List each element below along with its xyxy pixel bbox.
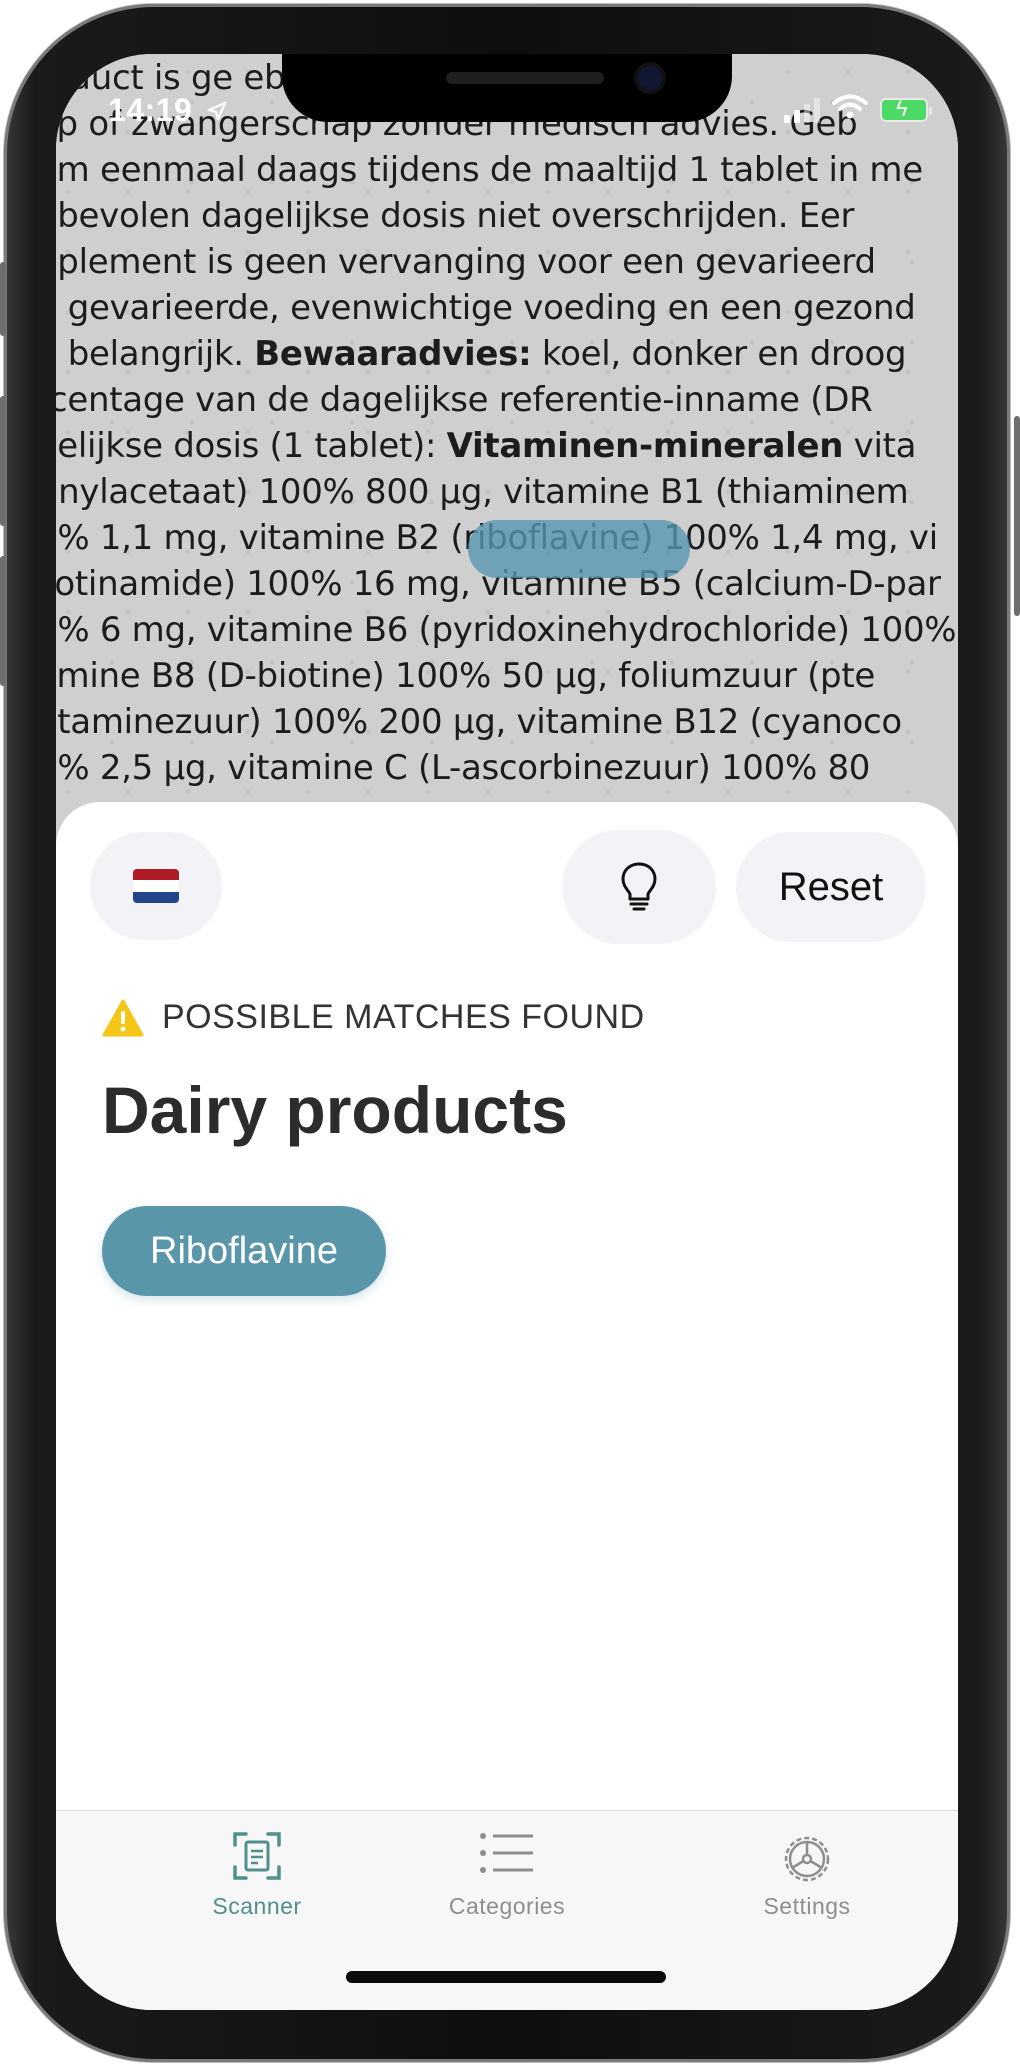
tab-categories[interactable]: Categories bbox=[407, 1831, 607, 1920]
camera-text-line: pplement is geen vervanging voor een gev… bbox=[56, 242, 876, 282]
match-status-label: POSSIBLE MATCHES FOUND bbox=[162, 998, 645, 1036]
tab-settings-label: Settings bbox=[763, 1893, 851, 1919]
gear-icon bbox=[784, 1836, 830, 1882]
tab-categories-label: Categories bbox=[448, 1893, 566, 1919]
camera-text-line: tinylacetaat) 100% 800 µg, vitamine B1 (… bbox=[56, 472, 909, 512]
scanner-icon bbox=[233, 1832, 281, 1880]
battery-charging-icon: ϟ bbox=[880, 96, 932, 122]
side-button-volume-down bbox=[0, 556, 6, 686]
front-camera bbox=[638, 66, 662, 90]
hint-button[interactable] bbox=[562, 830, 716, 944]
notch bbox=[282, 54, 732, 122]
camera-preview[interactable]: roduct is ge ebruiken tijd ap of zwanger… bbox=[56, 54, 958, 854]
phone-screen: roduct is ge ebruiken tijd ap of zwanger… bbox=[56, 54, 958, 2010]
warning-triangle-icon bbox=[102, 999, 144, 1036]
camera-text-line: gelijkse dosis (1 tablet): Vitaminen-min… bbox=[56, 426, 917, 466]
camera-text-line: rcentage van de dagelijkse referentie-in… bbox=[56, 380, 873, 420]
wifi-icon bbox=[832, 94, 868, 125]
tab-scanner[interactable]: Scanner bbox=[157, 1831, 357, 1920]
camera-text-line: amine B8 (D-biotine) 100% 50 µg, foliumz… bbox=[56, 656, 875, 696]
cellular-signal-icon bbox=[784, 97, 820, 123]
tab-settings[interactable]: Settings bbox=[707, 1831, 907, 1920]
match-status: POSSIBLE MATCHES FOUND bbox=[102, 998, 645, 1037]
earpiece-speaker bbox=[446, 72, 604, 84]
list-icon bbox=[480, 1833, 533, 1873]
lightbulb-icon bbox=[621, 862, 657, 911]
camera-text-line: n gevarieerde, evenwichtige voeding en e… bbox=[56, 288, 916, 328]
home-indicator[interactable] bbox=[346, 1971, 666, 1983]
camera-text-line: nbevolen dagelijkse dosis niet overschri… bbox=[56, 196, 855, 236]
tab-bar: Scanner Categories Settings bbox=[56, 1810, 958, 2010]
side-button-mute bbox=[0, 262, 6, 336]
camera-text-line: utaminezuur) 100% 200 µg, vitamine B12 (… bbox=[56, 702, 902, 742]
camera-text-line: em eenmaal daags tijdens de maaltijd 1 t… bbox=[56, 150, 923, 190]
status-time: 14:19 bbox=[108, 92, 193, 128]
side-button-volume-up bbox=[0, 396, 6, 526]
netherlands-flag-icon bbox=[133, 869, 179, 903]
tab-scanner-label: Scanner bbox=[212, 1893, 302, 1919]
language-button[interactable] bbox=[90, 832, 222, 940]
side-button-power bbox=[1014, 416, 1020, 616]
camera-text-line: h belangrijk. Bewaaradvies: koel, donker… bbox=[56, 334, 907, 374]
status-indicators: ϟ bbox=[784, 94, 932, 125]
camera-text-line: 0% 6 mg, vitamine B6 (pyridoxinehydrochl… bbox=[56, 610, 957, 650]
category-title: Dairy products bbox=[102, 1073, 568, 1147]
match-chip-riboflavine[interactable]: Riboflavine bbox=[102, 1206, 386, 1296]
reset-button[interactable]: Reset bbox=[736, 832, 926, 942]
camera-text-line: 0% 2,5 µg, vitamine C (L-ascorbinezuur) … bbox=[56, 748, 871, 788]
location-arrow-icon bbox=[206, 98, 228, 129]
detected-word-highlight bbox=[468, 520, 690, 578]
